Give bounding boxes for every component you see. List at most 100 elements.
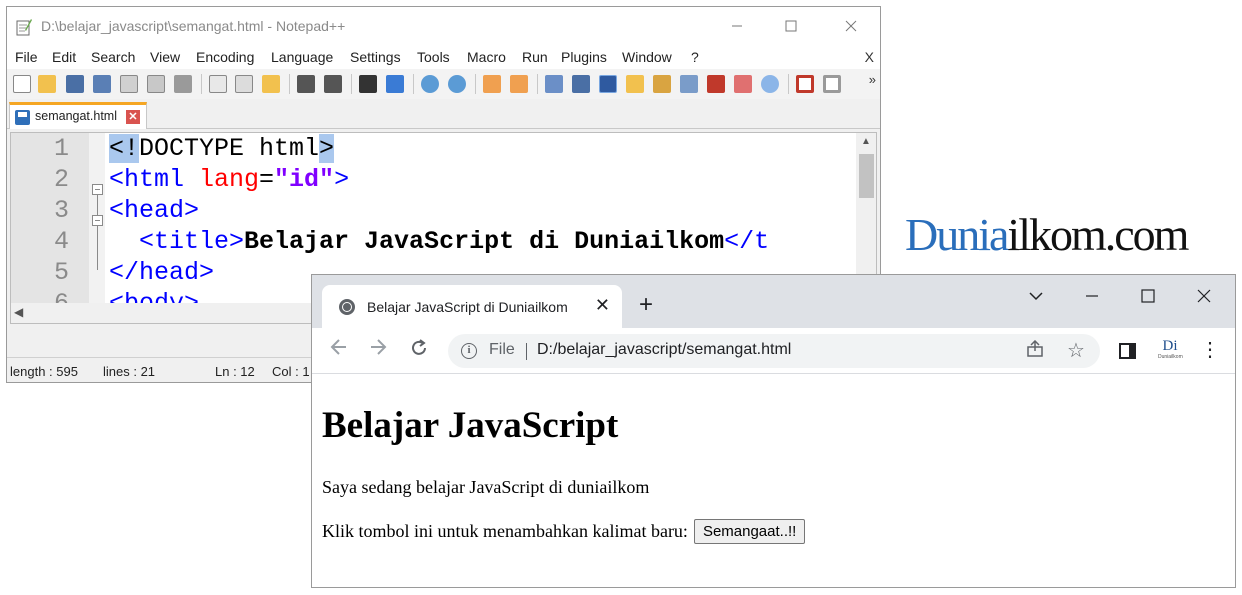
semangat-button[interactable]: Semangaat..!! <box>693 519 806 544</box>
paste-icon[interactable] <box>262 75 280 93</box>
menu-run[interactable]: Run <box>522 49 548 65</box>
code-token: Belajar JavaScript di Duniailkom <box>244 227 725 256</box>
show-all-characters-icon[interactable] <box>572 75 590 93</box>
sync-vertical-icon[interactable] <box>483 75 501 93</box>
status-column: Col : 1 <box>272 364 310 379</box>
document-tab-bar: semangat.html ✕ <box>7 99 880 129</box>
code-text: <html lang="id"> <box>109 164 349 195</box>
tab-search-button[interactable] <box>1008 283 1064 309</box>
menu-macro[interactable]: Macro <box>467 49 506 65</box>
toolbar: » <box>7 69 880 99</box>
new-tab-button[interactable]: + <box>639 293 653 317</box>
url-scheme-label: File <box>489 341 515 358</box>
more-menu-icon[interactable]: ⋮ <box>1200 338 1220 362</box>
minimize-button[interactable] <box>1064 283 1120 309</box>
menu-edit[interactable]: Edit <box>52 49 76 65</box>
minimize-button[interactable] <box>714 13 760 39</box>
code-line[interactable]: 4 <title>Belajar JavaScript di Duniailko… <box>11 226 876 257</box>
monitoring-icon[interactable] <box>761 75 779 93</box>
forward-button[interactable] <box>369 338 387 362</box>
find-icon[interactable] <box>359 75 377 93</box>
notepad-title-bar[interactable]: D:\belajar_javascript\semangat.html - No… <box>7 7 880 45</box>
notepad-window-title: D:\belajar_javascript\semangat.html - No… <box>41 18 346 34</box>
save-all-icon[interactable] <box>93 75 111 93</box>
redo-icon[interactable] <box>324 75 342 93</box>
record-macro-icon[interactable] <box>796 75 814 93</box>
chrome-tab-strip[interactable]: Belajar JavaScript di Duniailkom ✕ + <box>312 275 1235 328</box>
code-line[interactable]: 2 <html lang="id"> <box>11 164 876 195</box>
share-icon[interactable] <box>1026 339 1044 363</box>
copy-icon[interactable] <box>235 75 253 93</box>
menu-help[interactable]: ? <box>691 49 699 65</box>
undo-icon[interactable] <box>297 75 315 93</box>
globe-icon <box>339 299 355 315</box>
save-icon[interactable] <box>66 75 84 93</box>
scroll-up-icon[interactable]: ▲ <box>856 136 876 147</box>
tab-close-icon[interactable]: ✕ <box>595 295 610 316</box>
menu-view[interactable]: View <box>150 49 180 65</box>
address-bar[interactable]: i File D:/belajar_javascript/semangat.ht… <box>448 334 1100 368</box>
toolbar-separator <box>289 74 290 94</box>
scrollbar-thumb[interactable] <box>859 154 874 198</box>
print-icon[interactable] <box>174 75 192 93</box>
menu-tools[interactable]: Tools <box>417 49 450 65</box>
side-panel-icon[interactable] <box>1119 343 1136 359</box>
user-language-icon[interactable] <box>626 75 644 93</box>
line-number: 3 <box>53 196 69 225</box>
menu-search[interactable]: Search <box>91 49 135 65</box>
page-paragraph: Saya sedang belajar JavaScript di duniai… <box>322 477 650 497</box>
menu-bar: File Edit Search View Encoding Language … <box>7 45 880 69</box>
code-line[interactable]: 1 <!DOCTYPE html> <box>11 133 876 164</box>
cut-icon[interactable] <box>209 75 227 93</box>
code-token: lang <box>199 165 260 194</box>
close-all-icon[interactable] <box>147 75 165 93</box>
folder-workspace-icon[interactable] <box>734 75 752 93</box>
status-line: Ln : 12 <box>215 364 255 379</box>
browser-tab[interactable]: Belajar JavaScript di Duniailkom ✕ <box>322 285 622 328</box>
duniailkom-extension-icon[interactable]: Di Duniailkom <box>1158 339 1183 363</box>
toolbar-separator <box>201 74 202 94</box>
replace-icon[interactable] <box>386 75 404 93</box>
indent-guide-icon[interactable] <box>599 75 617 93</box>
close-icon <box>1197 289 1211 303</box>
tab-close-icon[interactable]: ✕ <box>126 110 140 124</box>
menu-window[interactable]: Window <box>622 49 672 65</box>
stop-macro-icon[interactable] <box>823 75 841 93</box>
document-tab[interactable]: semangat.html ✕ <box>9 102 147 129</box>
code-token: "id" <box>274 165 335 194</box>
logo-part-dunia: Dunia <box>905 209 1009 260</box>
close-document-button[interactable]: X <box>865 49 874 65</box>
open-file-icon[interactable] <box>38 75 56 93</box>
close-file-icon[interactable] <box>120 75 138 93</box>
new-file-icon[interactable] <box>13 75 31 93</box>
logo-part-ilkom: ilkom.com <box>1007 209 1189 260</box>
info-icon[interactable]: i <box>461 343 477 359</box>
bookmark-star-icon[interactable]: ☆ <box>1067 338 1085 363</box>
document-list-icon[interactable] <box>680 75 698 93</box>
close-button[interactable] <box>828 13 874 39</box>
status-lines: lines : 21 <box>103 364 156 379</box>
word-wrap-icon[interactable] <box>545 75 563 93</box>
toolbar-overflow-icon[interactable]: » <box>869 72 876 87</box>
close-button[interactable] <box>1176 283 1232 309</box>
scroll-left-icon[interactable]: ◀ <box>14 305 23 319</box>
code-line[interactable]: 3 <head> <box>11 195 876 226</box>
menu-settings[interactable]: Settings <box>350 49 401 65</box>
menu-encoding[interactable]: Encoding <box>196 49 254 65</box>
menu-file[interactable]: File <box>15 49 38 65</box>
zoom-in-icon[interactable] <box>421 75 439 93</box>
sync-horizontal-icon[interactable] <box>510 75 528 93</box>
maximize-button[interactable] <box>1120 283 1176 309</box>
document-map-icon[interactable] <box>653 75 671 93</box>
zoom-out-icon[interactable] <box>448 75 466 93</box>
maximize-button[interactable] <box>768 13 814 39</box>
menu-plugins[interactable]: Plugins <box>561 49 607 65</box>
code-token: DOCTYPE html <box>139 134 320 163</box>
menu-language[interactable]: Language <box>271 49 333 65</box>
back-button[interactable] <box>330 338 348 362</box>
reload-button[interactable] <box>409 338 429 364</box>
url-text[interactable]: D:/belajar_javascript/semangat.html <box>537 341 791 359</box>
browser-tab-title: Belajar JavaScript di Duniailkom <box>367 299 568 315</box>
code-token: <html <box>109 165 200 194</box>
function-list-icon[interactable] <box>707 75 725 93</box>
